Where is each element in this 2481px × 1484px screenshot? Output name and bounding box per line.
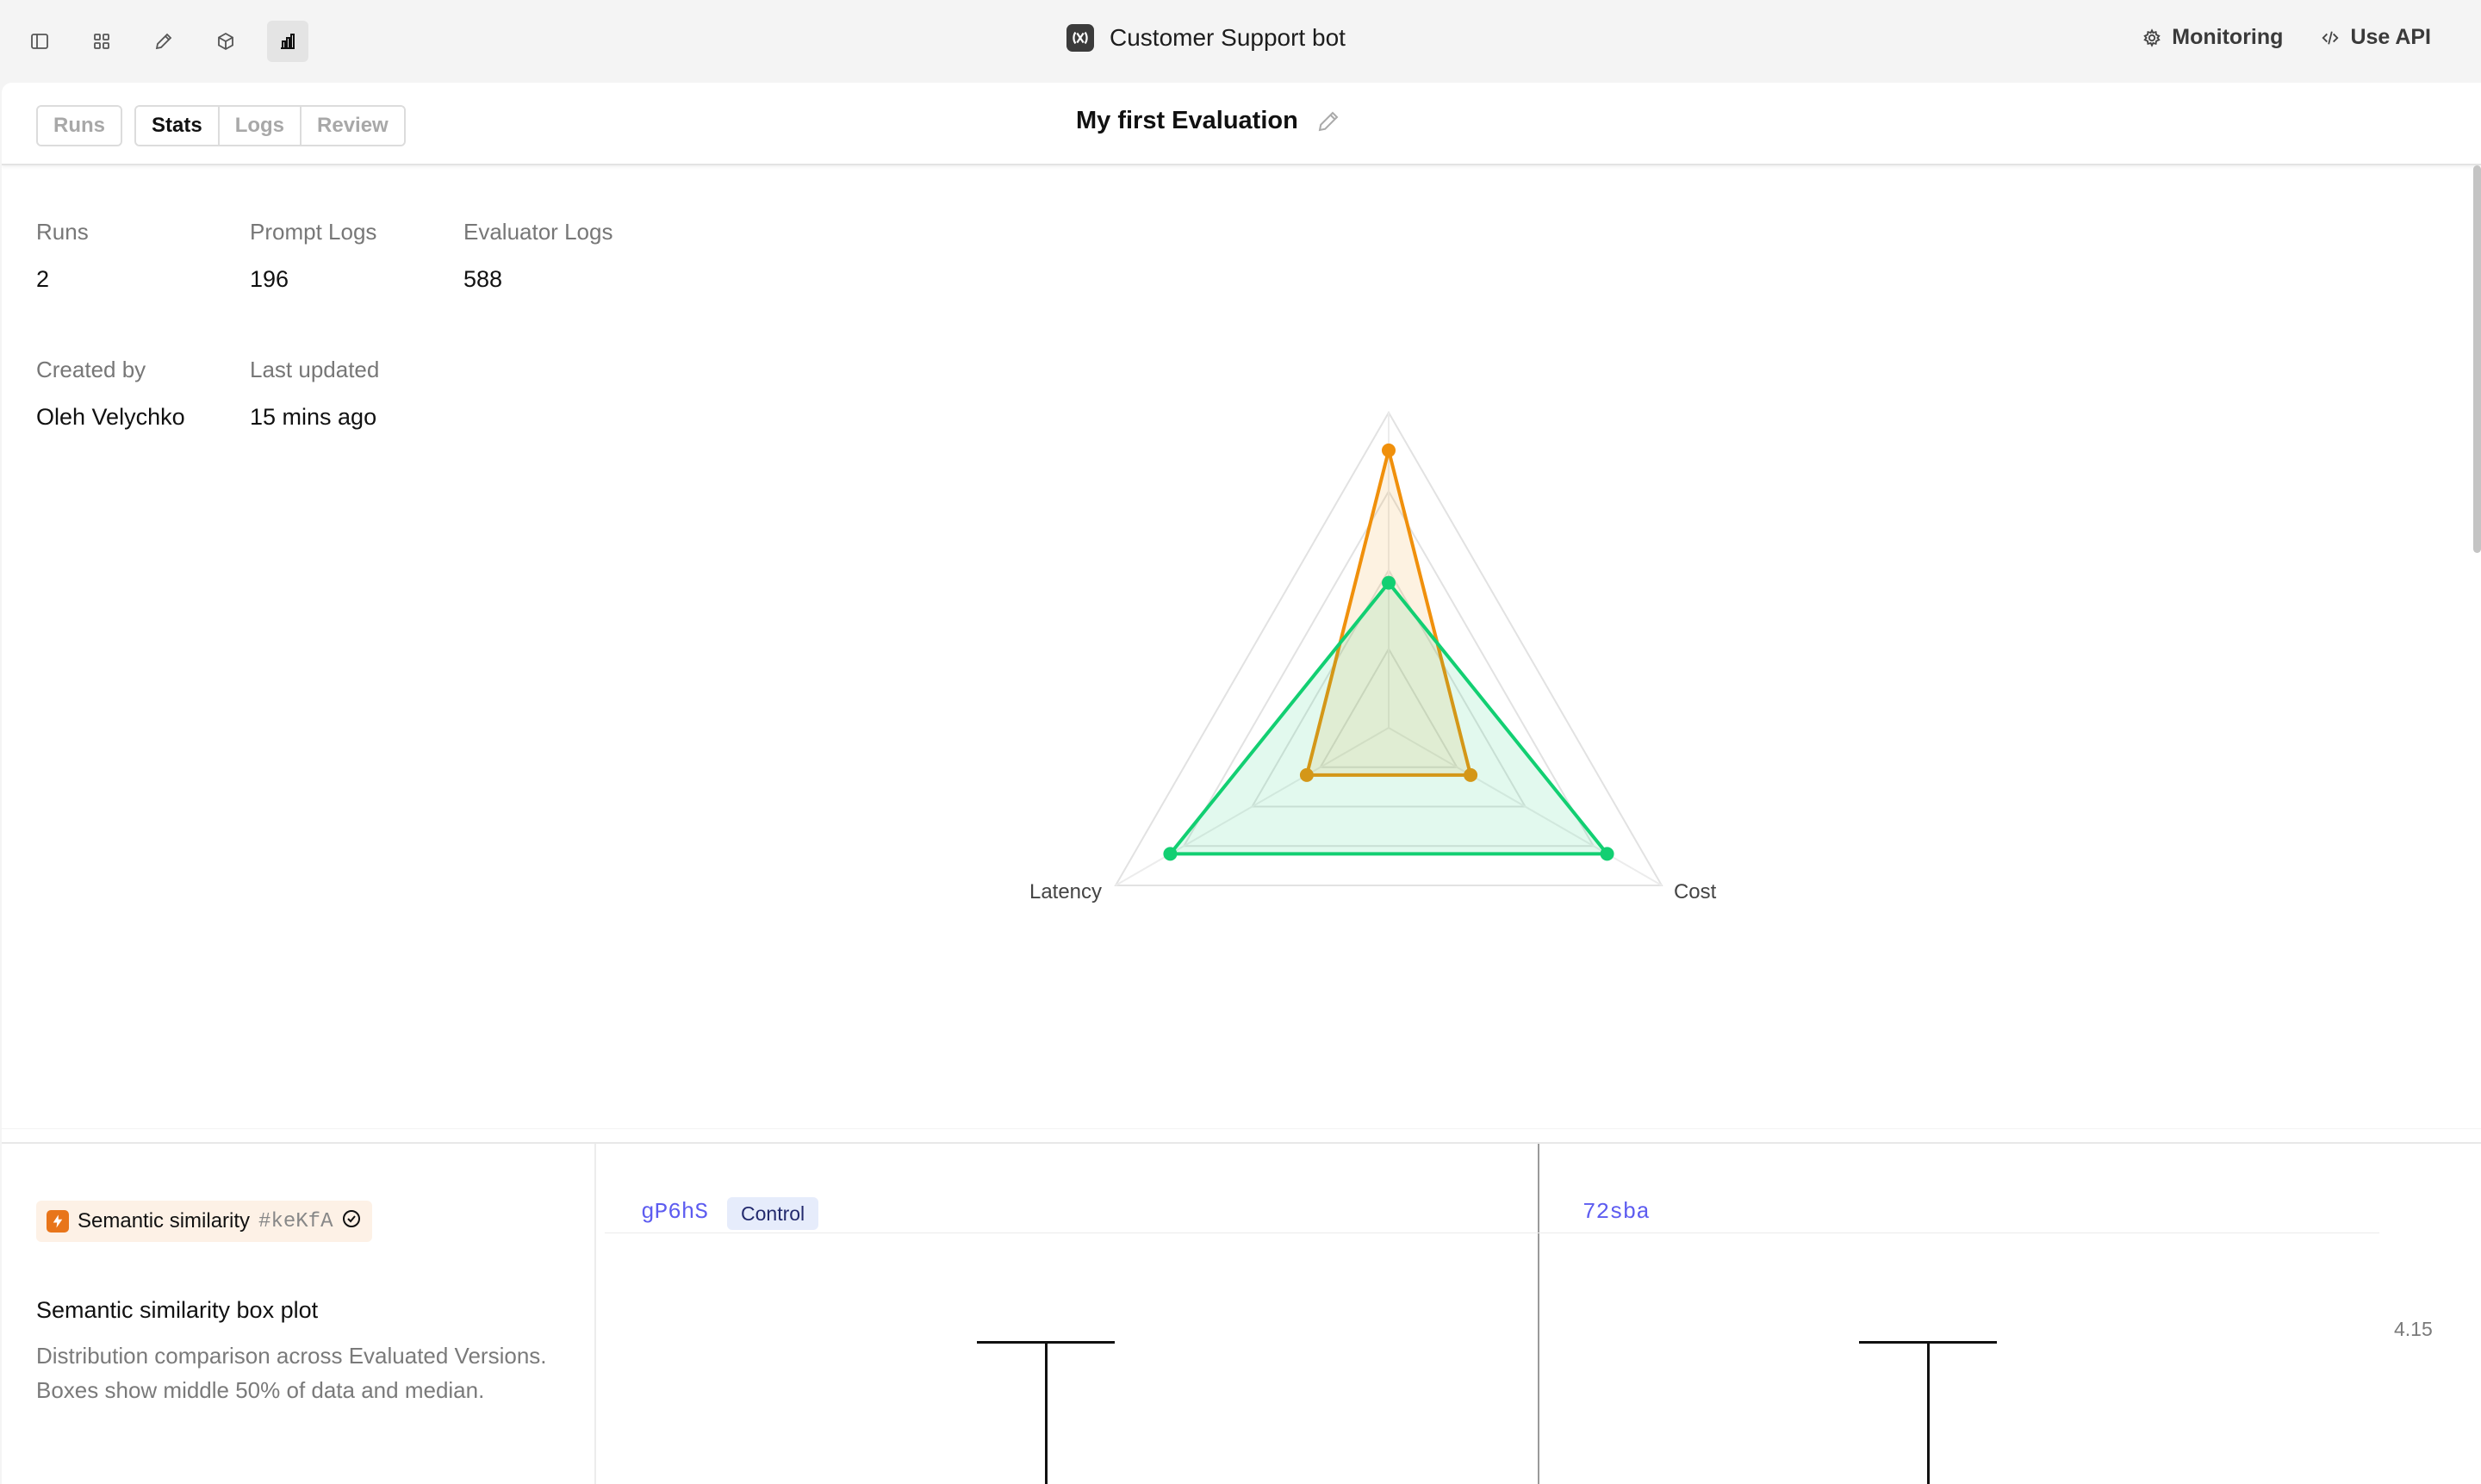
hash-value: keKfA	[270, 1209, 333, 1233]
evaluation-title-text: My first Evaluation	[1076, 107, 1298, 134]
runs-toggle: Runs	[36, 105, 122, 146]
boxplot-whisker	[1045, 1341, 1048, 1484]
tab-review[interactable]: Review	[302, 107, 404, 145]
runs-stat-value: 2	[36, 266, 50, 292]
prompt-logs-value: 196	[250, 266, 289, 292]
app-title-text: Customer Support bot	[1110, 24, 1346, 51]
version-column: gP6hS Control	[598, 1144, 1539, 1484]
boxplot-y-tick: 4.15	[2394, 1318, 2433, 1340]
evaluator-icon	[47, 1210, 69, 1233]
radar-data-point	[1382, 443, 1396, 457]
cube-icon	[218, 32, 233, 51]
radar-data-point	[1600, 847, 1614, 861]
section-shadow	[2, 1128, 2481, 1129]
pencil-icon	[155, 33, 172, 50]
version-link[interactable]: gP6hS	[641, 1199, 708, 1225]
main-panel: Runs Stats Logs Review My first Evaluati…	[2, 83, 2481, 1484]
sidebar-toggle-icon	[31, 34, 48, 49]
editor-button[interactable]	[143, 21, 184, 62]
view-tabs: Stats Logs Review	[134, 105, 406, 146]
radar-data-point	[1163, 847, 1178, 861]
radar-data-point	[1382, 575, 1396, 590]
created-by-value: Oleh Velychko	[36, 404, 185, 430]
evaluation-header: Runs Stats Logs Review My first Evaluati…	[2, 83, 2481, 165]
monitoring-label: Monitoring	[2172, 25, 2284, 49]
runs-tab[interactable]: Runs	[38, 107, 121, 145]
tab-stats[interactable]: Stats	[136, 107, 220, 145]
evaluator-logs-label: Evaluator Logs	[463, 219, 613, 245]
grid-icon	[94, 34, 109, 49]
use-api-button[interactable]: Use API	[2321, 25, 2431, 50]
deploy-button[interactable]	[205, 21, 246, 62]
code-icon	[2322, 30, 2339, 45]
top-right-actions: Monitoring Use API	[2142, 25, 2431, 50]
bar-chart-icon	[281, 34, 295, 49]
last-updated-value: 15 mins ago	[250, 404, 377, 430]
last-updated-label: Last updated	[250, 357, 380, 382]
evaluation-title: My first Evaluation	[1076, 107, 1341, 135]
radar-chart: Semantic similarity Cost Latency	[1029, 401, 1717, 903]
gear-icon	[2143, 28, 2161, 47]
evaluator-hash: #keKfA	[258, 1210, 333, 1233]
scrollbar-thumb[interactable]	[2473, 165, 2481, 553]
evaluations-button[interactable]	[267, 21, 308, 62]
control-badge: Control	[727, 1197, 819, 1230]
runs-stat-label: Runs	[36, 219, 89, 245]
prompt-logs-label: Prompt Logs	[250, 219, 377, 245]
boxplot-whisker	[1927, 1341, 1930, 1484]
boxplot-title: Semantic similarity box plot	[36, 1297, 319, 1323]
top-toolbar	[19, 21, 308, 62]
edit-title-icon[interactable]	[1315, 109, 1341, 134]
tab-logs[interactable]: Logs	[219, 107, 302, 145]
app-title[interactable]: Customer Support bot	[1066, 24, 1346, 52]
evaluator-info: Semantic similarity #keKfA Semantic simi…	[2, 1144, 596, 1484]
evaluator-name: Semantic similarity	[78, 1209, 251, 1233]
radar-series-area	[1168, 581, 1609, 856]
monitoring-button[interactable]: Monitoring	[2142, 25, 2283, 50]
evaluator-chip[interactable]: Semantic similarity #keKfA	[36, 1201, 373, 1242]
app-logo-icon	[1066, 24, 1094, 52]
evaluator-logs-value: 588	[463, 266, 503, 292]
created-by-label: Created by	[36, 357, 146, 382]
radar-axis-label: Cost	[1674, 880, 1717, 903]
sidebar-toggle-button[interactable]	[19, 21, 60, 62]
radar-axis-label: Semantic similarity	[1303, 401, 1475, 402]
grid-button[interactable]	[81, 21, 122, 62]
check-circle-icon	[341, 1208, 362, 1235]
hash-symbol: #	[258, 1209, 271, 1233]
version-link[interactable]: 72sba	[1582, 1199, 1650, 1225]
boxplot-description: Distribution comparison across Evaluated…	[36, 1343, 547, 1403]
radar-axis-label: Latency	[1029, 880, 1102, 903]
use-api-label: Use API	[2350, 25, 2431, 49]
version-column: 72sba	[1541, 1144, 2481, 1484]
top-bar: Customer Support bot Monitoring Use API	[0, 0, 2481, 83]
